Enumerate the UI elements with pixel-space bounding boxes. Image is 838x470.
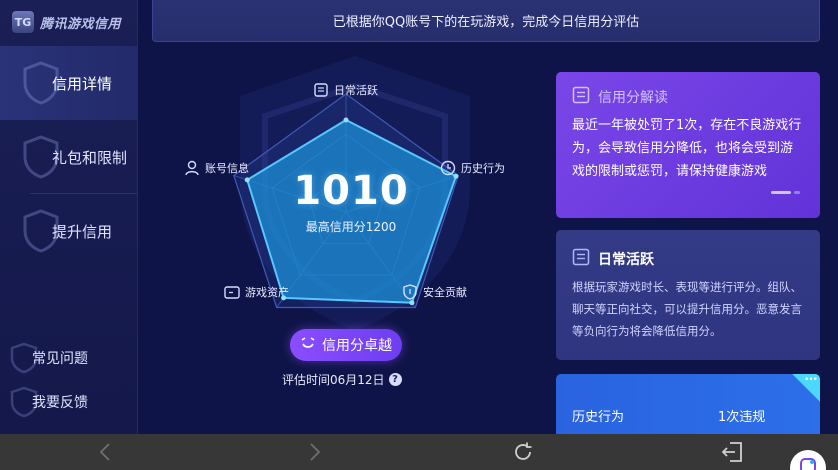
credit-interpretation-card[interactable]: 信用分解读 最近一年被处罚了1次，存在不良游戏行为，会导致信用分降低，也将会受到… — [556, 72, 820, 218]
axis-label-text: 账号信息 — [205, 162, 249, 175]
axis-label-text: 历史行为 — [461, 162, 505, 175]
app-title: 腾讯游戏信用 — [40, 16, 122, 32]
history-value: 1次违规 — [718, 410, 766, 425]
shield-icon — [402, 284, 418, 300]
axis-label-text: 日常活跃 — [334, 84, 378, 97]
assistant-icon — [799, 457, 817, 470]
forward-icon[interactable] — [300, 434, 330, 470]
axis-daily-activity[interactable]: 日常活跃 — [313, 82, 378, 98]
card-title: 信用分解读 — [598, 90, 668, 106]
card-title: 日常活跃 — [598, 252, 654, 268]
document-icon — [572, 86, 590, 108]
sidebar-item-feedback[interactable]: 我要反馈 — [32, 392, 88, 412]
sidebar: TG 腾讯游戏信用 信用详情 礼包和限制 提升信用 常见问题 我要反馈 — [0, 0, 138, 434]
credit-level-button[interactable]: 信用分卓越 — [290, 329, 402, 361]
axis-label-text: 安全贡献 — [423, 286, 467, 299]
help-icon[interactable]: ? — [388, 373, 402, 386]
axis-label-text: 游戏资产 — [245, 286, 289, 299]
card-header: 信用分解读 — [572, 86, 668, 108]
axis-history[interactable]: 历史行为 — [440, 160, 505, 176]
credit-level-label: 信用分卓越 — [322, 338, 392, 354]
radar-point — [343, 117, 349, 123]
document-icon — [313, 82, 329, 98]
sidebar-item-label: 信用详情 — [52, 74, 113, 93]
daily-activity-card[interactable]: 日常活跃 根据玩家游戏时长、表现等进行评分。组队、聊天等正向社交，可以提升信用分… — [556, 230, 820, 360]
evaluation-time: 评估时间06月12日 ? — [282, 371, 402, 388]
page-indicator — [771, 191, 800, 194]
wallet-icon — [224, 284, 240, 300]
refresh-icon[interactable] — [508, 434, 538, 470]
radar-point — [409, 300, 415, 306]
back-icon[interactable] — [90, 434, 120, 470]
sidebar-item-credit-details[interactable]: 信用详情 — [0, 46, 138, 120]
document-icon — [572, 248, 590, 270]
sidebar-item-improve-credit[interactable]: 提升信用 — [0, 194, 138, 268]
exit-icon[interactable] — [718, 434, 748, 470]
card-header: 日常活跃 — [572, 248, 654, 270]
sidebar-item-gifts-limits[interactable]: 礼包和限制 — [0, 120, 138, 194]
brand: TG 腾讯游戏信用 — [12, 10, 121, 34]
sidebar-item-label: 礼包和限制 — [52, 148, 128, 167]
evaluation-time-text: 评估时间06月12日 — [282, 373, 385, 387]
app-logo-icon: TG — [12, 11, 34, 33]
radar-point — [244, 177, 250, 183]
browser-navbar — [0, 434, 838, 470]
clock-icon — [440, 160, 456, 176]
status-banner: 已根据你QQ账号下的在玩游戏，完成今日信用分评估 — [152, 0, 820, 42]
axis-game-assets[interactable]: 游戏资产 — [224, 284, 289, 300]
card-body: 根据玩家游戏时长、表现等进行评分。组队、聊天等正向社交，可以提升信用分。恶意发言… — [572, 280, 802, 338]
history-label: 历史行为 — [572, 410, 625, 425]
sidebar-item-label: 提升信用 — [52, 222, 113, 241]
card-body: 最近一年被处罚了1次，存在不良游戏行为，会导致信用分降低，也将会受到游戏的限制或… — [572, 118, 802, 179]
axis-account-info[interactable]: 账号信息 — [184, 160, 249, 176]
credit-score: 1010 — [293, 168, 409, 214]
axis-security[interactable]: 安全贡献 — [402, 284, 467, 300]
sidebar-item-faq[interactable]: 常见问题 — [32, 348, 88, 368]
more-icon[interactable]: ••• — [792, 374, 820, 402]
user-icon — [184, 160, 200, 176]
max-score-text: 最高信用分1200 — [305, 220, 397, 234]
smile-icon — [300, 336, 316, 354]
